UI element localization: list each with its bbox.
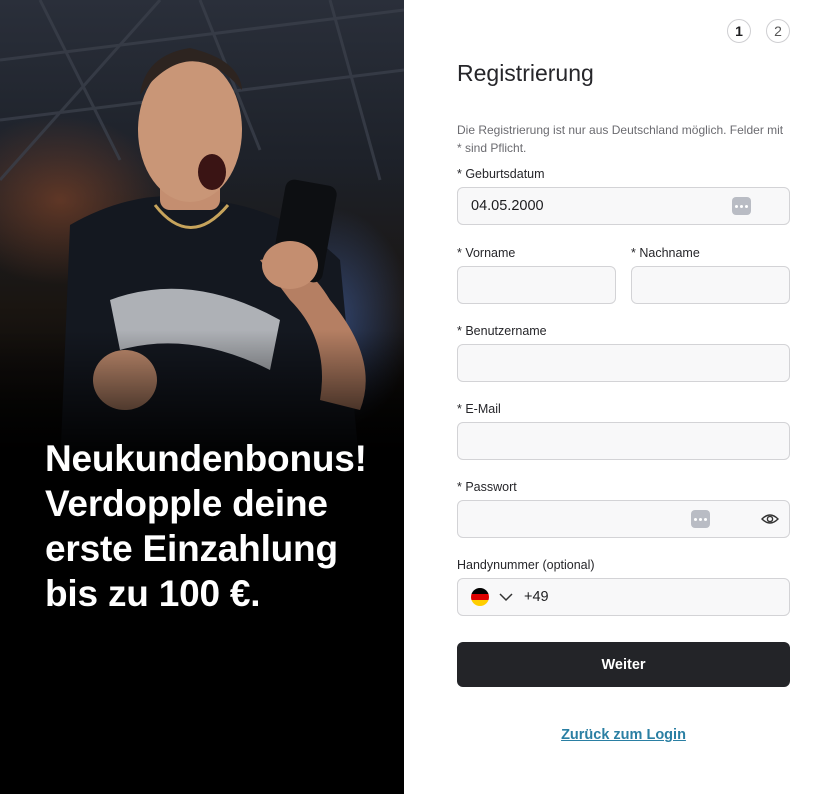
username-group: * Benutzername xyxy=(457,324,790,382)
name-row: * Vorname * Nachname xyxy=(457,246,790,304)
promo-line-2: Verdopple deine xyxy=(45,483,328,524)
promo-headline: Neukundenbonus! Verdopple deine erste Ei… xyxy=(45,436,395,616)
form-panel: 1 2 Registrierung Die Registrierung ist … xyxy=(404,0,838,794)
page-title: Registrierung xyxy=(457,60,594,86)
password-group: * Passwort xyxy=(457,480,790,538)
lastname-input[interactable] xyxy=(632,267,789,303)
email-field xyxy=(457,422,790,460)
password-autofill-icon[interactable] xyxy=(691,510,710,528)
password-label: * Passwort xyxy=(457,480,517,494)
email-label: * E-Mail xyxy=(457,402,501,416)
continue-button[interactable]: Weiter xyxy=(457,642,790,687)
promo-line-3: erste Einzahlung xyxy=(45,528,338,569)
registration-note: Die Registrierung ist nur aus Deutschlan… xyxy=(457,123,784,155)
lastname-group: * Nachname xyxy=(631,246,790,304)
autofill-icon[interactable] xyxy=(732,197,751,215)
username-field xyxy=(457,344,790,382)
phone-group: Handynummer (optional) +49 xyxy=(457,558,790,616)
phone-label: Handynummer (optional) xyxy=(457,558,595,572)
eye-icon[interactable] xyxy=(761,511,779,527)
step-1: 1 xyxy=(727,19,751,43)
chevron-down-icon[interactable] xyxy=(499,592,513,602)
email-group: * E-Mail xyxy=(457,402,790,460)
step-2: 2 xyxy=(766,19,790,43)
username-label: * Benutzername xyxy=(457,324,547,338)
registration-form: Registrierung Die Registrierung ist nur … xyxy=(457,60,790,743)
password-field xyxy=(457,500,790,538)
password-input[interactable] xyxy=(458,501,789,537)
phone-country-code: +49 xyxy=(524,589,549,605)
promo-line-1: Neukundenbonus! xyxy=(45,438,367,479)
firstname-field xyxy=(457,266,616,304)
email-input[interactable] xyxy=(458,423,789,459)
back-to-login-link[interactable]: Zurück zum Login xyxy=(457,727,790,743)
phone-field: +49 xyxy=(457,578,790,616)
birthdate-group: * Geburtsdatum xyxy=(457,167,790,225)
step-indicator: 1 2 xyxy=(727,19,790,43)
username-input[interactable] xyxy=(458,345,789,381)
firstname-label: * Vorname xyxy=(457,246,516,260)
birthdate-label: * Geburtsdatum xyxy=(457,167,545,181)
registration-page: Neukundenbonus! Verdopple deine erste Ei… xyxy=(0,0,838,794)
lastname-field xyxy=(631,266,790,304)
firstname-group: * Vorname xyxy=(457,246,616,304)
lastname-label: * Nachname xyxy=(631,246,700,260)
promo-line-4: bis zu 100 €. xyxy=(45,573,261,614)
birthdate-field xyxy=(457,187,790,225)
promo-panel: Neukundenbonus! Verdopple deine erste Ei… xyxy=(0,0,404,794)
firstname-input[interactable] xyxy=(458,267,615,303)
germany-flag-icon[interactable] xyxy=(471,588,489,606)
